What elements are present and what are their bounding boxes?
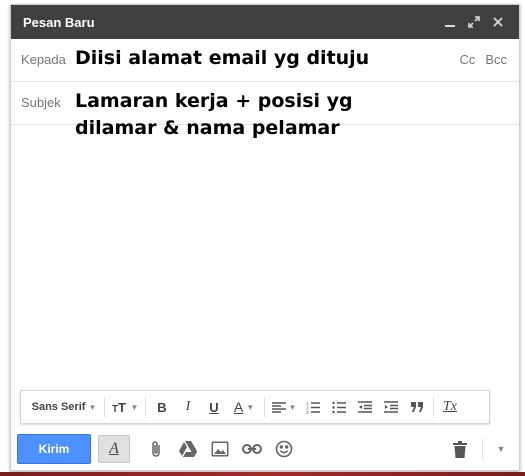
bold-button[interactable]: B [149, 393, 175, 421]
formatting-options-button[interactable]: A [98, 435, 130, 463]
toolbar-divider [264, 397, 265, 417]
send-button[interactable]: Kirim [17, 434, 91, 464]
to-label: Kepada [21, 52, 66, 67]
compose-bottom-bar: Kirim A ▼ [11, 428, 519, 470]
drive-icon[interactable] [172, 435, 204, 463]
text-color-glyph: A [233, 399, 244, 415]
insert-link-icon[interactable] [236, 435, 268, 463]
align-icon[interactable]: ▼ [268, 393, 300, 421]
recipient-row[interactable]: Kepada Diisi alamat email yg dituju Cc Bc… [11, 39, 519, 82]
insert-photo-icon[interactable] [204, 435, 236, 463]
cc-bcc-links: Cc Bcc [449, 52, 507, 67]
expand-icon[interactable] [463, 11, 485, 33]
font-family-select[interactable]: Sans Serif ▼ [27, 393, 101, 421]
quote-icon[interactable] [404, 393, 430, 421]
subject-line-1: Lamaran kerja + posisi yg [75, 90, 353, 112]
italic-button[interactable]: I [175, 393, 201, 421]
indent-more-icon[interactable] [378, 393, 404, 421]
svg-text:T: T [118, 401, 126, 413]
minimize-icon[interactable] [439, 11, 461, 33]
to-field[interactable]: Diisi alamat email yg dituju [75, 45, 369, 72]
close-icon[interactable] [487, 11, 509, 33]
bulleted-list-icon[interactable] [326, 393, 352, 421]
font-family-label: Sans Serif [31, 401, 86, 413]
text-size-icon[interactable]: T T ▼ [108, 393, 142, 421]
subject-row[interactable]: Subjek Lamaran kerja + posisi yg dilamar… [11, 82, 519, 139]
numbered-list-icon[interactable]: 123 [300, 393, 326, 421]
underline-button[interactable]: U [201, 393, 227, 421]
delete-draft-icon[interactable] [444, 435, 476, 463]
toolbar-divider [433, 397, 434, 417]
toolbar-divider [482, 439, 483, 459]
taskbar-edge [0, 472, 525, 476]
text-color-button[interactable]: A ▼ [227, 393, 261, 421]
attach-icon[interactable] [140, 435, 172, 463]
indent-less-icon[interactable] [352, 393, 378, 421]
emoji-icon[interactable] [268, 435, 300, 463]
message-body[interactable] [11, 125, 519, 385]
svg-text:3: 3 [306, 410, 309, 414]
toolbar-divider [145, 397, 146, 417]
toolbar-divider [104, 397, 105, 417]
formatting-options-glyph: A [109, 440, 119, 457]
subject-label: Subjek [21, 95, 61, 110]
formatting-toolbar: Sans Serif ▼ T T ▼ B I U A ▼ ▼ 123 Tx [20, 390, 490, 424]
more-options-icon[interactable]: ▼ [489, 435, 513, 463]
remove-formatting-button[interactable]: Tx [437, 393, 463, 421]
bcc-link[interactable]: Bcc [485, 52, 507, 67]
cc-link[interactable]: Cc [459, 52, 475, 67]
compose-titlebar: Pesan Baru [11, 5, 519, 39]
compose-window: Pesan Baru Kepada Diisi alamat email yg … [10, 4, 520, 471]
window-title: Pesan Baru [23, 14, 95, 30]
